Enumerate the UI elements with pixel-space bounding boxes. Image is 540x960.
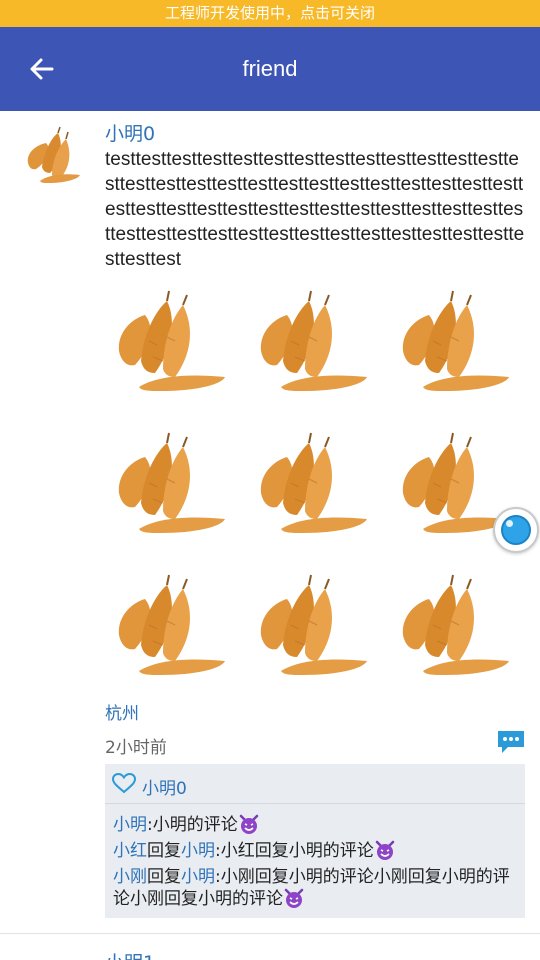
back-button[interactable] — [22, 49, 62, 89]
post-time: 2小时前 — [105, 738, 167, 758]
reply-target[interactable]: 小明 — [181, 867, 215, 887]
comment-item[interactable]: 小红回复小明:小红回复小明的评论 — [113, 840, 517, 862]
post-author-name[interactable]: 小明0 — [105, 119, 155, 146]
comment-author[interactable]: 小刚 — [113, 867, 147, 887]
heart-icon[interactable] — [111, 772, 137, 794]
like-user-name[interactable]: 小明0 — [142, 774, 187, 799]
floating-debug-ball[interactable] — [493, 507, 539, 553]
reply-word: 回复 — [147, 867, 181, 887]
devil-emoji-icon — [239, 814, 258, 834]
post-image-thumbnail[interactable] — [389, 565, 517, 693]
floating-ball-shine — [506, 520, 513, 527]
dev-mode-banner[interactable]: 工程师开发使用中，点击可关闭 — [0, 0, 540, 27]
comments-panel: 小明0 小明:小明的评论 小红回复小明:小红回复小明的评论 小刚回复小明:小刚回… — [105, 764, 525, 918]
comment-icon[interactable] — [496, 729, 526, 755]
comment-text: :小红回复小明的评论 — [215, 841, 374, 861]
post-image-thumbnail[interactable] — [247, 281, 375, 409]
post-image-thumbnail[interactable] — [247, 565, 375, 693]
post-image-thumbnail[interactable] — [105, 565, 233, 693]
page-title: friend — [242, 56, 298, 81]
post-image-thumbnail[interactable] — [105, 423, 233, 551]
post-location[interactable]: 杭州 — [105, 699, 139, 724]
devil-emoji-icon — [284, 888, 304, 908]
reply-target[interactable]: 小明 — [181, 841, 215, 861]
devil-emoji-icon — [375, 840, 394, 860]
reply-word: 回复 — [147, 841, 181, 861]
comment-item[interactable]: 小明:小明的评论 — [113, 814, 517, 836]
comment-item[interactable]: 小刚回复小明:小刚回复小明的评论小刚回复小明的评论小刚回复小明的评论 — [113, 866, 517, 910]
post-image-thumbnail[interactable] — [389, 281, 517, 409]
comment-author[interactable]: 小红 — [113, 841, 147, 861]
avatar[interactable] — [22, 123, 86, 187]
post-content: testtesttesttesttesttesttesttesttesttest… — [105, 149, 525, 270]
next-post-author-name[interactable]: 小明1 — [105, 948, 155, 960]
floating-ball-core — [501, 515, 531, 545]
post-image-thumbnail[interactable] — [247, 423, 375, 551]
arrow-left-icon — [30, 58, 54, 80]
app-bar: friend — [0, 27, 540, 111]
post-divider — [0, 933, 540, 934]
image-grid — [105, 281, 530, 691]
comment-author[interactable]: 小明 — [113, 815, 147, 835]
comment-text: :小明的评论 — [147, 815, 238, 835]
likes-row: 小明0 — [105, 764, 525, 804]
post-image-thumbnail[interactable] — [105, 281, 233, 409]
